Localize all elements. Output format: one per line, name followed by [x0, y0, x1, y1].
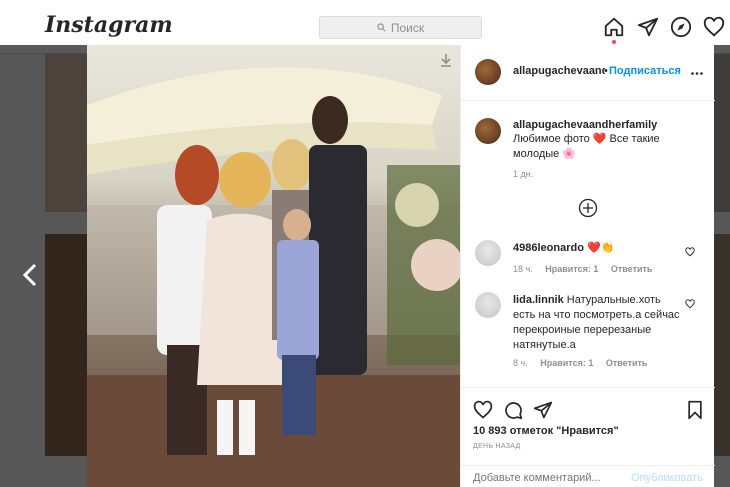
comment-likes[interactable]: Нравится: 1 [540, 358, 593, 368]
comment-likes[interactable]: Нравится: 1 [545, 264, 598, 274]
caption-avatar[interactable] [475, 118, 501, 144]
like-icon[interactable] [473, 400, 493, 420]
author-username[interactable]: allapugachevaandh [513, 65, 605, 77]
caption-line: молодые 🌸 [513, 148, 577, 160]
post-header: allapugachevaandh • Подписаться [461, 45, 715, 101]
explore-icon[interactable] [670, 16, 692, 38]
comment-meta: 18 ч. Нравится: 1 Ответить [513, 264, 662, 274]
load-more-comments-icon[interactable] [578, 198, 598, 218]
caption-line: Любимое фото ❤️ Все такие [513, 133, 660, 145]
comment-time: 18 ч. [513, 264, 533, 274]
post-photo[interactable] [87, 45, 460, 487]
search-input[interactable]: Поиск [319, 16, 482, 39]
caption-text: Любимое фото ❤️ Все такие молодые 🌸 [513, 132, 703, 162]
home-icon[interactable] [603, 16, 625, 38]
save-to-device-icon[interactable] [440, 53, 452, 67]
post-actions: 10 893 отметок "Нравится" ДЕНЬ НАЗАД Опу… [461, 387, 715, 487]
post-photo-image [87, 67, 460, 487]
home-active-dot [612, 40, 616, 44]
comment-item: 4986leonardo ❤️👏 [513, 241, 614, 254]
comment-avatar[interactable] [475, 240, 501, 266]
publish-button[interactable]: Опубликовать [631, 472, 703, 484]
heart-icon[interactable] [703, 16, 725, 38]
likes-count[interactable]: 10 893 отметок "Нравится" [473, 425, 619, 437]
comment-item: lida.linnik Натуральные.хоть есть на что… [513, 293, 683, 353]
post-date: ДЕНЬ НАЗАД [473, 443, 521, 450]
comment-like-icon[interactable] [685, 247, 695, 257]
reply-button[interactable]: Ответить [606, 358, 648, 368]
more-options-icon[interactable] [691, 72, 703, 75]
post-modal: allapugachevaandh • Подписаться allapuga… [87, 45, 715, 487]
header-separator: • [604, 65, 608, 77]
comment-time: 8 ч. [513, 358, 528, 368]
reply-button[interactable]: Ответить [611, 264, 653, 274]
follow-button[interactable]: Подписаться [609, 65, 681, 77]
comment-text: ❤️👏 [586, 242, 615, 254]
caption-username[interactable]: allapugachevaandherfamily [513, 119, 657, 131]
bookmark-icon[interactable] [685, 400, 705, 420]
share-icon[interactable] [533, 400, 553, 420]
search-icon [377, 23, 386, 32]
previous-post-arrow-icon[interactable] [20, 262, 42, 288]
comment-input[interactable] [473, 472, 623, 484]
post-side-panel: allapugachevaandh • Подписаться allapuga… [460, 45, 715, 487]
comment-username[interactable]: 4986leonardo [513, 242, 584, 254]
direct-icon[interactable] [637, 16, 659, 38]
comment-meta: 8 ч. Нравится: 1 Ответить [513, 358, 657, 368]
comment-icon[interactable] [503, 400, 523, 420]
caption-time: 1 дн. [513, 169, 534, 179]
comment-avatar[interactable] [475, 292, 501, 318]
add-comment-section: Опубликовать [461, 465, 715, 487]
comment-username[interactable]: lida.linnik [513, 294, 564, 306]
instagram-logo[interactable]: Instagram [45, 12, 173, 38]
search-placeholder: Поиск [390, 20, 425, 35]
author-avatar[interactable] [475, 59, 501, 85]
comment-like-icon[interactable] [685, 299, 695, 309]
